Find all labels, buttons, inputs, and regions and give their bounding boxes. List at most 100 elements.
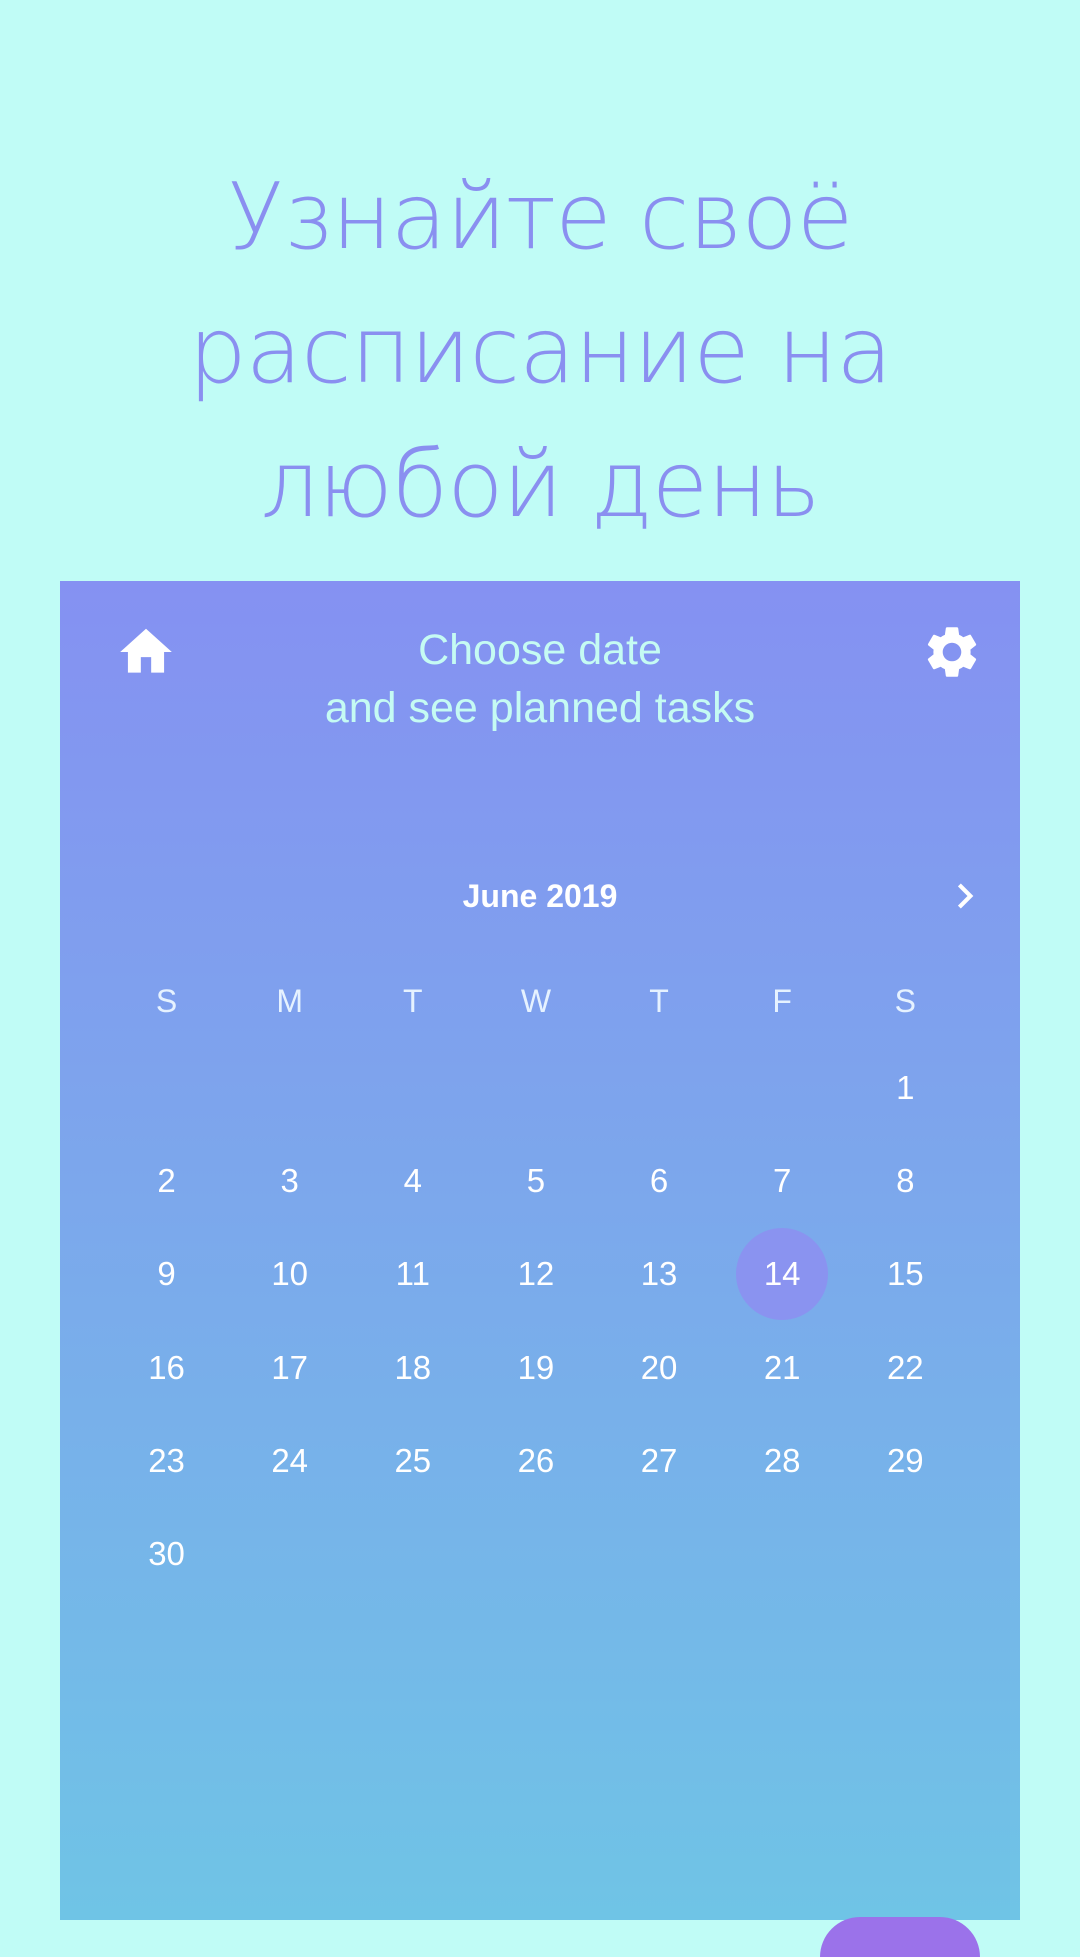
calendar-cell: 26 bbox=[474, 1414, 597, 1507]
promo-line-1: Узнайте своё bbox=[227, 163, 854, 270]
app-screen: Choose date and see planned tasks June 2… bbox=[60, 581, 1020, 1920]
calendar-day[interactable]: 27 bbox=[613, 1415, 705, 1507]
home-icon bbox=[120, 628, 172, 673]
calendar-cell bbox=[474, 1507, 597, 1600]
calendar-week-row: 23 24 25 26 27 28 29 bbox=[105, 1414, 967, 1507]
calendar-cell bbox=[351, 1041, 474, 1134]
calendar-cell: 14 bbox=[721, 1228, 844, 1321]
calendar-cell: 25 bbox=[351, 1414, 474, 1507]
calendar-cell bbox=[351, 1507, 474, 1600]
calendar-cell bbox=[105, 1041, 228, 1134]
calendar-empty-cell bbox=[490, 1042, 582, 1134]
calendar-cell bbox=[844, 1507, 967, 1600]
calendar-cell: 27 bbox=[598, 1414, 721, 1507]
calendar-day[interactable]: 28 bbox=[736, 1415, 828, 1507]
settings-button[interactable] bbox=[921, 621, 983, 683]
header-line-2: and see planned tasks bbox=[324, 684, 756, 732]
calendar-day[interactable]: 22 bbox=[859, 1322, 951, 1414]
header-title: Choose date and see planned tasks bbox=[240, 621, 840, 737]
calendar-empty-cell bbox=[121, 1042, 213, 1134]
calendar-week-row: 9 10 11 12 13 14 15 bbox=[105, 1228, 967, 1321]
month-label: June 2019 bbox=[462, 878, 618, 914]
calendar-cell: 12 bbox=[474, 1228, 597, 1321]
calendar-cell: 2 bbox=[105, 1134, 228, 1227]
calendar-day[interactable]: 18 bbox=[367, 1322, 459, 1414]
calendar-cell: 28 bbox=[721, 1414, 844, 1507]
calendar-cell: 15 bbox=[844, 1228, 967, 1321]
calendar-cell: 18 bbox=[351, 1321, 474, 1414]
calendar-cell: 11 bbox=[351, 1228, 474, 1321]
calendar-day[interactable]: 6 bbox=[613, 1135, 705, 1227]
weekday-fri: F bbox=[772, 983, 792, 1019]
calendar-cell bbox=[474, 1041, 597, 1134]
calendar-empty-cell bbox=[859, 1508, 951, 1600]
floating-action-button[interactable] bbox=[820, 1917, 980, 1957]
promo-line-2: расписание на bbox=[188, 297, 892, 404]
calendar-day[interactable]: 11 bbox=[367, 1228, 459, 1320]
calendar-day[interactable]: 10 bbox=[244, 1228, 336, 1320]
calendar-day[interactable]: 1 bbox=[859, 1042, 951, 1134]
calendar-cell bbox=[228, 1041, 351, 1134]
calendar-empty-cell bbox=[244, 1508, 336, 1600]
calendar-empty-cell bbox=[490, 1508, 582, 1600]
calendar-day[interactable]: 30 bbox=[121, 1508, 213, 1600]
calendar-cell: 10 bbox=[228, 1228, 351, 1321]
calendar-grid: 1 2 3 4 5 6 7 8 9 10 11 12 13 14 15 16 17 18 19 20 21 22 23 24 2… bbox=[105, 1041, 967, 1601]
calendar-empty-cell bbox=[736, 1508, 828, 1600]
calendar-cell: 24 bbox=[228, 1414, 351, 1507]
calendar-cell: 16 bbox=[105, 1321, 228, 1414]
calendar-day[interactable]: 25 bbox=[367, 1415, 459, 1507]
header-line-1: Choose date bbox=[418, 626, 662, 674]
calendar-week-row: 1 bbox=[105, 1041, 967, 1134]
calendar-day[interactable]: 2 bbox=[121, 1135, 213, 1227]
calendar-empty-cell bbox=[736, 1042, 828, 1134]
calendar-day[interactable]: 15 bbox=[859, 1228, 951, 1320]
calendar-week-row: 2345678 bbox=[105, 1134, 967, 1227]
calendar-day[interactable]: 4 bbox=[367, 1135, 459, 1227]
calendar-cell: 3 bbox=[228, 1134, 351, 1227]
calendar-cell bbox=[598, 1507, 721, 1600]
calendar-day[interactable]: 19 bbox=[490, 1322, 582, 1414]
home-button[interactable] bbox=[115, 621, 177, 683]
weekday-sun: S bbox=[155, 983, 178, 1019]
calendar-day[interactable]: 13 bbox=[613, 1228, 705, 1320]
calendar-cell: 8 bbox=[844, 1134, 967, 1227]
calendar-day[interactable]: 20 bbox=[613, 1322, 705, 1414]
next-month-button[interactable] bbox=[940, 871, 990, 921]
calendar-empty-cell bbox=[244, 1042, 336, 1134]
calendar-cell: 9 bbox=[105, 1228, 228, 1321]
calendar-day[interactable]: 8 bbox=[859, 1135, 951, 1227]
calendar-cell bbox=[598, 1041, 721, 1134]
calendar-cell bbox=[721, 1507, 844, 1600]
calendar-empty-cell bbox=[367, 1042, 459, 1134]
calendar-day[interactable]: 29 bbox=[859, 1415, 951, 1507]
calendar-day[interactable]: 16 bbox=[121, 1322, 213, 1414]
calendar-day[interactable]: 3 bbox=[244, 1135, 336, 1227]
weekday-thu: T bbox=[649, 983, 669, 1019]
calendar-day[interactable]: 9 bbox=[121, 1228, 213, 1320]
weekday-header: S M T W T F S bbox=[105, 976, 967, 1026]
promo-line-3: любой день bbox=[260, 431, 820, 538]
calendar-cell: 22 bbox=[844, 1321, 967, 1414]
calendar-empty-cell bbox=[613, 1042, 705, 1134]
calendar-day[interactable]: 17 bbox=[244, 1322, 336, 1414]
calendar-cell: 30 bbox=[105, 1507, 228, 1600]
chevron-right-icon bbox=[957, 883, 974, 909]
calendar-cell: 4 bbox=[351, 1134, 474, 1227]
calendar-day-selected[interactable]: 14 bbox=[736, 1228, 829, 1321]
calendar-day[interactable]: 5 bbox=[490, 1135, 582, 1227]
calendar-cell: 29 bbox=[844, 1414, 967, 1507]
calendar-empty-cell bbox=[613, 1508, 705, 1600]
calendar-cell bbox=[721, 1041, 844, 1134]
calendar-day[interactable]: 23 bbox=[121, 1415, 213, 1507]
weekday-sat: S bbox=[894, 983, 916, 1019]
calendar-day[interactable]: 24 bbox=[244, 1415, 336, 1507]
calendar-week-row: 16 17 18 19 20 21 22 bbox=[105, 1321, 967, 1414]
calendar-day[interactable]: 26 bbox=[490, 1415, 582, 1507]
weekday-mon: M bbox=[276, 983, 304, 1019]
calendar-day[interactable]: 21 bbox=[736, 1322, 828, 1414]
weekday-tue: T bbox=[403, 983, 423, 1019]
calendar-cell: 23 bbox=[105, 1414, 228, 1507]
calendar-day[interactable]: 7 bbox=[736, 1135, 828, 1227]
calendar-day[interactable]: 12 bbox=[490, 1228, 582, 1320]
